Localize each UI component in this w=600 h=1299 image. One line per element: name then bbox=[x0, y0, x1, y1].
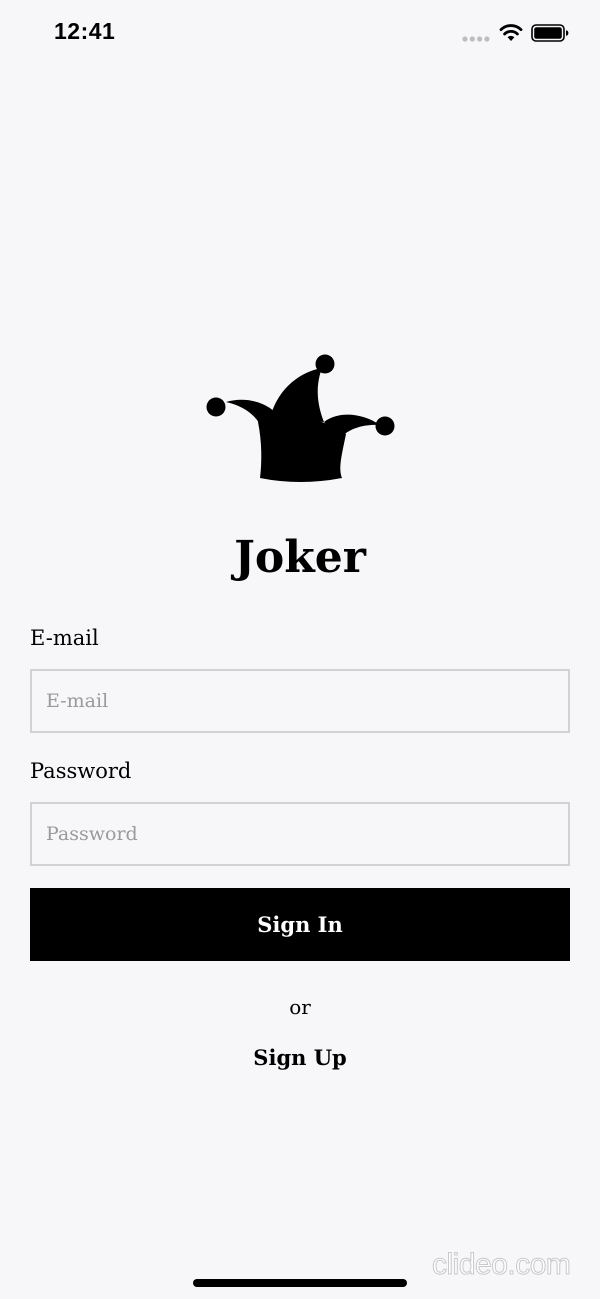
sign-up-link[interactable]: Sign Up bbox=[225, 1041, 375, 1075]
home-indicator[interactable] bbox=[193, 1279, 407, 1287]
status-time: 12:41 bbox=[54, 18, 116, 44]
watermark-text: clideo.com bbox=[431, 1248, 571, 1282]
wifi-icon bbox=[499, 24, 523, 41]
password-field[interactable] bbox=[30, 802, 570, 866]
or-separator-text: or bbox=[289, 995, 311, 1019]
battery-icon bbox=[531, 24, 569, 42]
jester-hat-icon bbox=[206, 354, 395, 482]
app-title: Joker bbox=[234, 532, 366, 583]
signal-dots-icon bbox=[462, 36, 490, 42]
email-label: E-mail bbox=[30, 626, 99, 650]
email-field[interactable] bbox=[30, 669, 570, 733]
sign-in-button[interactable]: Sign In bbox=[30, 888, 570, 961]
status-bar: 12:41 bbox=[0, 0, 600, 66]
password-label: Password bbox=[30, 759, 132, 783]
